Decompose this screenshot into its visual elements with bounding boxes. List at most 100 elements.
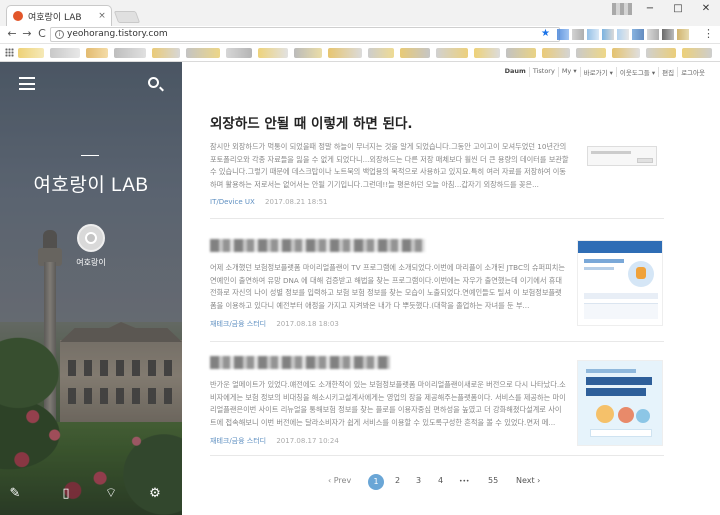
pagination-page[interactable]: 2: [395, 476, 400, 485]
bookmark-item[interactable]: [50, 48, 80, 58]
blog-title[interactable]: 여호랑이 LAB: [0, 170, 182, 197]
post-excerpt: 어제 소개했던 보험정보플랫폼 마이리얼플랜이 TV 프로그램에 소개되었다.이…: [210, 263, 565, 310]
sidebar-footer: ✎ ▯ ⌔ ⚙: [0, 486, 182, 504]
nav-neighbor-blogs[interactable]: 이웃도그들 ▾: [617, 67, 660, 77]
apps-icon[interactable]: [5, 48, 14, 57]
bookmark-item[interactable]: [436, 48, 468, 58]
extension-icon[interactable]: [632, 29, 644, 40]
pagination-page[interactable]: 4: [438, 476, 443, 485]
search-icon[interactable]: [148, 77, 159, 88]
gear-icon[interactable]: ⚙: [147, 486, 163, 502]
tab-title: 여호랑이 LAB: [28, 12, 82, 23]
bookmark-item[interactable]: [542, 48, 570, 58]
close-window-button[interactable]: ✕: [692, 0, 720, 18]
nav-edit[interactable]: 편집: [659, 67, 679, 77]
bookmark-item[interactable]: [152, 48, 180, 58]
bookmark-item[interactable]: [18, 48, 44, 58]
nav-tistory[interactable]: Tistory: [530, 67, 559, 77]
back-button[interactable]: ←: [5, 27, 19, 41]
browser-tab-bar: 여호랑이 LAB × − □ ✕: [0, 0, 720, 26]
post-title[interactable]: [210, 354, 566, 370]
bookmark-item[interactable]: [506, 48, 536, 58]
post-meta: IT/Device UX 2017.08.21 18:51: [210, 198, 570, 206]
bookmark-item[interactable]: [646, 48, 676, 58]
extension-icon[interactable]: [662, 29, 674, 40]
bookmark-item[interactable]: [226, 48, 252, 58]
post-date: 2017.08.21 18:51: [265, 198, 328, 206]
nav-my[interactable]: My ▾: [559, 67, 581, 77]
notebook-icon[interactable]: ▯: [58, 486, 74, 502]
tab-close-icon[interactable]: ×: [96, 11, 108, 21]
post-thumbnail[interactable]: [577, 360, 663, 446]
post-excerpt: 반가운 얼메이트가 있었다.얘전에도 소개한적이 있는 보험정보플랫폼 마이리얼…: [210, 380, 566, 427]
pagination-page-last[interactable]: 55: [488, 476, 498, 485]
bookmark-item[interactable]: [86, 48, 108, 58]
info-icon[interactable]: i: [55, 30, 64, 39]
pagination-next[interactable]: Next ›: [516, 476, 540, 485]
address-bar[interactable]: i yeohorang.tistory.com: [50, 27, 560, 42]
browser-toolbar: ← → C i yeohorang.tistory.com ★ ⋮: [0, 26, 720, 44]
avatar[interactable]: [77, 224, 105, 252]
bookmark-item[interactable]: [186, 48, 220, 58]
post-category[interactable]: 재테크/금융 스터디: [210, 320, 266, 328]
maximize-button[interactable]: □: [664, 0, 692, 18]
pencil-icon[interactable]: ✎: [7, 486, 23, 502]
bookmark-item[interactable]: [400, 48, 430, 58]
browser-tab[interactable]: 여호랑이 LAB ×: [6, 5, 112, 26]
rss-icon[interactable]: ⌔: [103, 486, 119, 502]
post-item[interactable]: 어제 소개했던 보험정보플랫폼 마이리얼플랜이 TV 프로그램에 소개되었다.이…: [210, 237, 566, 329]
extension-icon[interactable]: [587, 29, 599, 40]
bookmark-item[interactable]: [368, 48, 394, 58]
post-title[interactable]: [210, 237, 566, 253]
minimize-button[interactable]: −: [636, 0, 664, 18]
reload-button[interactable]: C: [35, 27, 49, 41]
extension-icon[interactable]: [572, 29, 584, 40]
post-category[interactable]: IT/Device UX: [210, 198, 255, 206]
post-thumbnail[interactable]: [577, 140, 663, 226]
forward-button[interactable]: →: [20, 27, 34, 41]
window-controls: − □ ✕: [636, 0, 720, 18]
extension-icon[interactable]: [677, 29, 689, 40]
extension-icon[interactable]: [647, 29, 659, 40]
bookmark-item[interactable]: [114, 48, 146, 58]
pagination-page-current[interactable]: 1: [368, 474, 384, 490]
browser-menu-icon[interactable]: ⋮: [703, 27, 714, 40]
extension-icon[interactable]: [557, 29, 569, 40]
post-date: 2017.08.18 18:03: [276, 320, 339, 328]
extension-icon[interactable]: [617, 29, 629, 40]
main-content: Daum Tistory My ▾ 바로가기 ▾ 이웃도그들 ▾ 편집 로그아웃…: [182, 62, 720, 515]
new-tab-button[interactable]: [113, 11, 141, 23]
extension-icon[interactable]: [602, 29, 614, 40]
post-date: 2017.08.17 10:24: [276, 437, 339, 445]
post-meta: 재테크/금융 스터디 2017.08.17 10:24: [210, 436, 566, 446]
bookmark-item[interactable]: [682, 48, 712, 58]
bookmark-item[interactable]: [474, 48, 500, 58]
bookmarks-bar: [0, 44, 720, 62]
bookmark-item[interactable]: [612, 48, 640, 58]
post-thumbnail[interactable]: [577, 240, 663, 326]
pagination: ‹ Prev 1 2 3 4 • • • 55 Next ›: [182, 474, 720, 490]
post-item[interactable]: 외장하드 안될 때 이렇게 하면 된다. 잠시만 외장하드가 먹통이 되었을때 …: [210, 112, 570, 206]
blog-nickname: 여호랑이: [76, 258, 106, 267]
nav-shortcuts[interactable]: 바로가기 ▾: [581, 67, 617, 77]
pagination-prev[interactable]: ‹ Prev: [328, 476, 351, 485]
bookmark-item[interactable]: [258, 48, 288, 58]
bookmark-item[interactable]: [294, 48, 322, 58]
nav-logout[interactable]: 로그아웃: [678, 67, 708, 77]
post-excerpt: 잠시만 외장하드가 먹통이 되었을때 정말 하늘이 무너지는 것을 알게 되었습…: [210, 142, 569, 189]
bookmark-item[interactable]: [328, 48, 362, 58]
post-meta: 재테크/금융 스터디 2017.08.18 18:03: [210, 319, 566, 329]
profile-icon[interactable]: [612, 3, 632, 15]
title-divider: [81, 155, 99, 156]
blog-sidebar: 여호랑이 LAB 여호랑이 ✎ ▯ ⌔ ⚙: [0, 62, 182, 515]
post-category[interactable]: 재테크/금융 스터디: [210, 437, 266, 445]
nav-daum[interactable]: Daum: [502, 67, 530, 77]
post-item[interactable]: 반가운 얼메이트가 있었다.얘전에도 소개한적이 있는 보험정보플랫폼 마이리얼…: [210, 354, 566, 446]
hamburger-menu-icon[interactable]: [19, 77, 35, 90]
post-title[interactable]: 외장하드 안될 때 이렇게 하면 된다.: [210, 112, 570, 132]
bookmark-star-icon[interactable]: ★: [541, 28, 550, 39]
bookmark-item[interactable]: [576, 48, 606, 58]
pagination-page[interactable]: 3: [416, 476, 421, 485]
top-navigation: Daum Tistory My ▾ 바로가기 ▾ 이웃도그들 ▾ 편집 로그아웃: [502, 67, 708, 77]
pagination-ellipsis: • • •: [459, 478, 469, 485]
